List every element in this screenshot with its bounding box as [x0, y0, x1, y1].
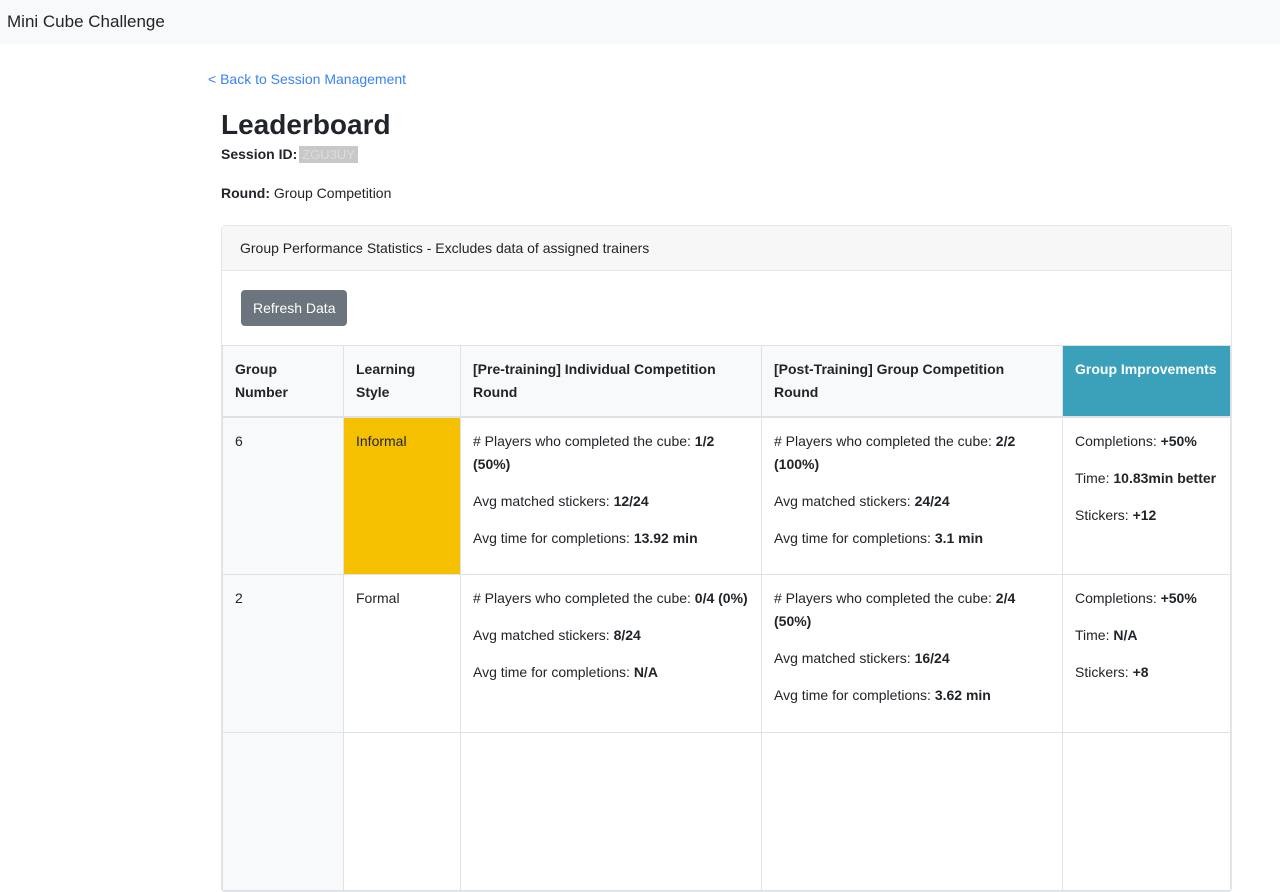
session-id-label: Session ID:: [221, 146, 298, 163]
time-improvement: Time: N/A: [1075, 627, 1138, 644]
avg-stickers: Avg matched stickers: 16/24: [774, 650, 950, 667]
header-pre-training: [Pre-training] Individual Competition Ro…: [460, 344, 762, 418]
avg-time: Avg time for completions: 13.92 min: [473, 529, 698, 546]
improvements-cell: Completions: +50% Time: 10.83min better …: [1062, 416, 1231, 576]
players-completed: # Players who completed the cube: 1/2 (5…: [473, 432, 715, 472]
top-navbar: Mini Cube Challenge: [0, 0, 1280, 44]
table-row: 2 Formal # Players who completed the cub…: [222, 574, 1231, 734]
header-learning-style: Learning Style: [343, 344, 461, 418]
pre-training-cell: # Players who completed the cube: 0/4 (0…: [460, 574, 762, 734]
avg-stickers: Avg matched stickers: 12/24: [473, 492, 649, 509]
table-row: [222, 732, 1231, 892]
post-training-cell: [761, 732, 1063, 892]
session-id-row: Session ID: ZGU3UY: [221, 145, 1232, 163]
learning-style-cell: Informal: [343, 416, 461, 576]
header-group-improvements: Group Improvements: [1062, 344, 1231, 418]
table-row: 6 Informal # Players who completed the c…: [222, 416, 1231, 576]
group-number-cell: 6: [222, 416, 344, 576]
avg-stickers: Avg matched stickers: 24/24: [774, 492, 950, 509]
time-improvement: Time: 10.83min better: [1075, 469, 1217, 486]
completions-improvement: Completions: +50%: [1075, 590, 1197, 607]
improvements-cell: Completions: +50% Time: N/A Stickers: +8: [1062, 574, 1231, 734]
players-completed: # Players who completed the cube: 0/4 (0…: [473, 590, 748, 607]
pre-training-cell: [460, 732, 762, 892]
stickers-improvement: Stickers: +12: [1075, 506, 1157, 523]
round-value: Group Competition: [273, 184, 392, 201]
app-brand[interactable]: Mini Cube Challenge: [7, 12, 165, 32]
avg-stickers: Avg matched stickers: 8/24: [473, 627, 641, 644]
players-completed: # Players who completed the cube: 2/4 (5…: [774, 590, 1016, 630]
group-number-cell: 2: [222, 574, 344, 734]
group-stats-card: Group Performance Statistics - Excludes …: [221, 224, 1232, 892]
players-completed: # Players who completed the cube: 2/2 (1…: [774, 432, 1016, 472]
learning-style-cell: [343, 732, 461, 892]
header-group-number: Group Number: [222, 344, 344, 418]
completions-improvement: Completions: +50%: [1075, 432, 1197, 449]
avg-time: Avg time for completions: N/A: [473, 664, 658, 681]
avg-time: Avg time for completions: 3.1 min: [774, 529, 984, 546]
group-number-cell: [222, 732, 344, 892]
refresh-data-button[interactable]: Refresh Data: [241, 289, 348, 326]
avg-time: Avg time for completions: 3.62 min: [774, 687, 991, 704]
card-header: Group Performance Statistics - Excludes …: [222, 225, 1231, 271]
leaderboard-table: Group Number Learning Style [Pre-trainin…: [222, 344, 1231, 892]
header-post-training: [Post-Training] Group Competition Round: [761, 344, 1063, 418]
stickers-improvement: Stickers: +8: [1075, 664, 1149, 681]
round-label: Round:: [221, 184, 270, 201]
card-body: Refresh Data Group Number Learning Style…: [222, 271, 1231, 892]
post-training-cell: # Players who completed the cube: 2/2 (1…: [761, 416, 1063, 576]
main-container: < Back to Session Management Leaderboard…: [208, 44, 1232, 892]
improvements-cell: [1062, 732, 1231, 892]
page-header: Leaderboard Session ID: ZGU3UY Round: Gr…: [208, 108, 1232, 201]
table-header-row: Group Number Learning Style [Pre-trainin…: [222, 344, 1231, 418]
learning-style-cell: Formal: [343, 574, 461, 734]
round-row: Round: Group Competition: [221, 185, 1232, 201]
pre-training-cell: # Players who completed the cube: 1/2 (5…: [460, 416, 762, 576]
back-to-session-management-link[interactable]: < Back to Session Management: [208, 71, 406, 87]
session-id-value: ZGU3UY: [299, 145, 358, 163]
page-title: Leaderboard: [221, 109, 391, 140]
post-training-cell: # Players who completed the cube: 2/4 (5…: [761, 574, 1063, 734]
